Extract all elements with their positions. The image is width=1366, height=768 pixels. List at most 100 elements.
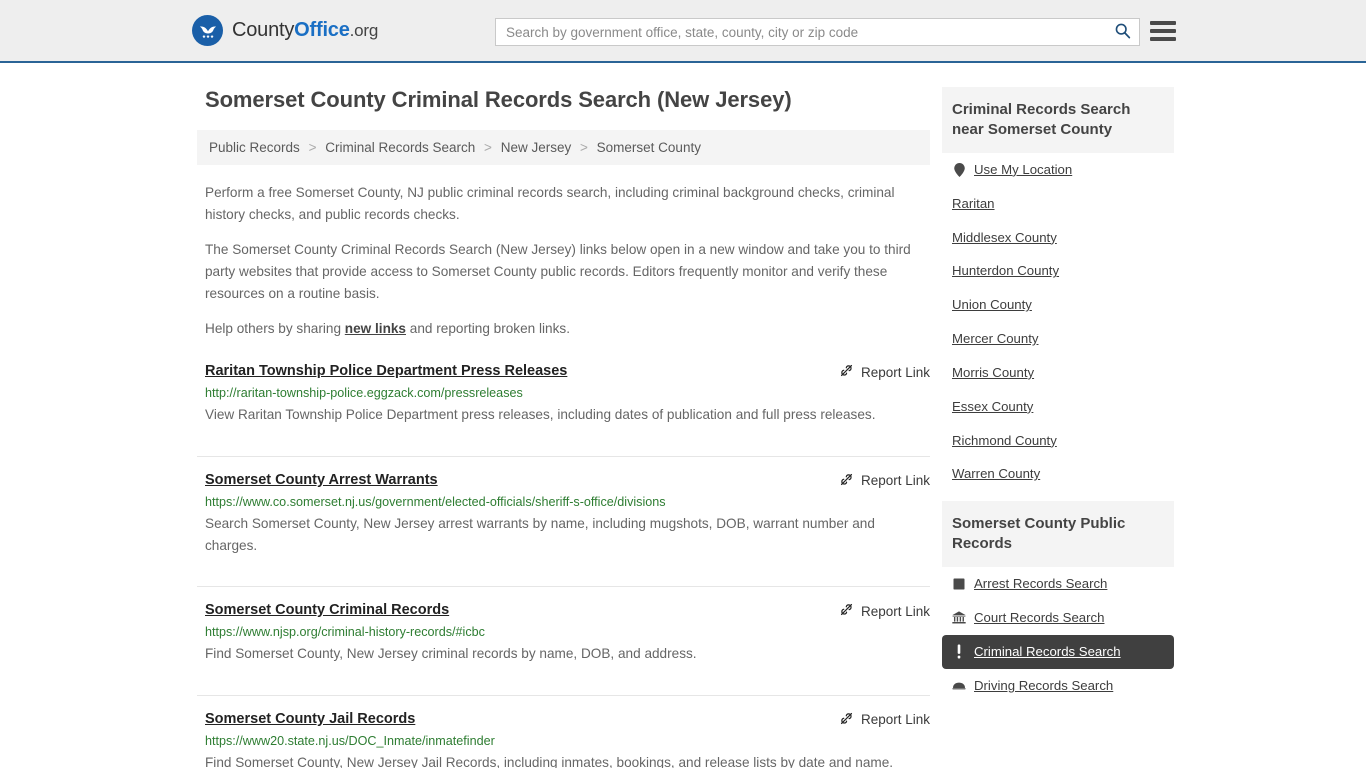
site-logo-text: CountyOffice.org xyxy=(232,19,378,42)
breadcrumb-item-2[interactable]: New Jersey xyxy=(501,140,572,155)
sidebar-item-richmond-county[interactable]: Richmond County xyxy=(942,424,1174,458)
report-link-label: Report Link xyxy=(860,473,930,489)
sidebar-public-records-box: Somerset County Public Records Arrest Re… xyxy=(942,501,1174,702)
table-row: Raritan Township Police Department Press… xyxy=(197,362,930,457)
report-link-label: Report Link xyxy=(860,603,930,619)
sidebar-public-records-heading: Somerset County Public Records xyxy=(942,501,1174,568)
sidebar-item-label: Driving Records Search xyxy=(974,677,1114,693)
menu-bar-1 xyxy=(1150,21,1176,25)
list-item: Middlesex County xyxy=(942,221,1174,255)
result-description: View Raritan Township Police Department … xyxy=(205,407,876,423)
breadcrumb-item-0[interactable]: Public Records xyxy=(209,140,300,155)
sidebar-item-middlesex-county[interactable]: Middlesex County xyxy=(942,221,1174,255)
breadcrumb: Public Records > Criminal Records Search… xyxy=(197,130,930,165)
sidebar-item-label: Use My Location xyxy=(974,161,1073,177)
search-bar xyxy=(495,18,1140,46)
sidebar-item-mercer-county[interactable]: Mercer County xyxy=(942,322,1174,356)
intro-text-before: Help others by sharing xyxy=(205,321,345,337)
sidebar-item-label: Arrest Records Search xyxy=(974,576,1108,592)
hamburger-menu-icon[interactable] xyxy=(1150,19,1176,43)
sidebar-item-use-my-location[interactable]: Use My Location xyxy=(942,153,1174,187)
sidebar-item-label: Morris County xyxy=(952,364,1035,380)
sidebar-item-label: Criminal Records Search xyxy=(974,643,1121,659)
report-link-label: Report Link xyxy=(860,712,930,728)
result-header: Somerset County Criminal Records Report … xyxy=(205,601,930,620)
sidebar-item-label: Court Records Search xyxy=(974,610,1105,626)
result-title-link[interactable]: Raritan Township Police Department Press… xyxy=(205,362,567,381)
list-item: Mercer County xyxy=(942,322,1174,356)
sidebar-nearby-box: Criminal Records Search near Somerset Co… xyxy=(942,87,1174,491)
sidebar-item-arrest-records-search[interactable]: Arrest Records Search xyxy=(942,567,1174,601)
intro-text-after: and reporting broken links. xyxy=(406,321,570,337)
result-url[interactable]: https://www.co.somerset.nj.us/government… xyxy=(205,495,930,509)
report-link-button[interactable]: Report Link xyxy=(839,601,930,620)
sidebar-item-union-county[interactable]: Union County xyxy=(942,288,1174,322)
result-url[interactable]: https://www20.state.nj.us/DOC_Inmate/inm… xyxy=(205,734,930,748)
result-description: Search Somerset County, New Jersey arres… xyxy=(205,515,875,553)
list-item: Use My Location xyxy=(942,153,1174,187)
table-row: Somerset County Criminal Records Report … xyxy=(197,601,930,696)
intro-paragraph-2: The Somerset County Criminal Records Sea… xyxy=(205,242,911,302)
sidebar-item-criminal-records-search[interactable]: Criminal Records Search xyxy=(942,634,1174,669)
report-link-label: Report Link xyxy=(860,364,930,380)
sidebar-item-label: Mercer County xyxy=(952,331,1039,347)
sidebar-item-hunterdon-county[interactable]: Hunterdon County xyxy=(942,254,1174,288)
result-description: Find Somerset County, New Jersey crimina… xyxy=(205,646,697,662)
list-item: Union County xyxy=(942,288,1174,322)
result-url[interactable]: http://raritan-township-police.eggzack.c… xyxy=(205,386,930,400)
breadcrumb-separator-0: > xyxy=(308,140,317,155)
report-link-button[interactable]: Report Link xyxy=(839,362,930,381)
sidebar-item-label: Richmond County xyxy=(952,432,1057,448)
sidebar-item-court-records-search[interactable]: Court Records Search xyxy=(942,601,1174,635)
sidebar-item-label: Union County xyxy=(952,297,1032,313)
main-content: Somerset County Criminal Records Search … xyxy=(197,87,930,768)
menu-bar-3 xyxy=(1150,37,1176,41)
broken-link-icon xyxy=(839,602,854,620)
list-item: Driving Records Search xyxy=(942,669,1174,703)
sidebar-item-driving-records-search[interactable]: Driving Records Search xyxy=(942,669,1174,703)
site-header: CountyOffice.org xyxy=(0,0,1366,63)
page-body: Somerset County Criminal Records Search … xyxy=(0,63,1366,768)
result-header: Somerset County Arrest Warrants Report L… xyxy=(205,471,930,490)
result-header: Somerset County Jail Records Report Link xyxy=(205,710,930,729)
list-item: Richmond County xyxy=(942,424,1174,458)
result-description: Find Somerset County, New Jersey Jail Re… xyxy=(205,754,894,768)
list-item: Hunterdon County xyxy=(942,254,1174,288)
report-link-button[interactable]: Report Link xyxy=(839,471,930,490)
result-title-link[interactable]: Somerset County Criminal Records xyxy=(205,601,449,620)
result-header: Raritan Township Police Department Press… xyxy=(205,362,930,381)
search-input[interactable] xyxy=(496,19,1105,45)
sidebar-item-morris-county[interactable]: Morris County xyxy=(942,356,1174,390)
list-item: Warren County xyxy=(942,457,1174,491)
sidebar-item-raritan[interactable]: Raritan xyxy=(942,187,1174,221)
result-url[interactable]: https://www.njsp.org/criminal-history-re… xyxy=(205,625,930,639)
new-links-link[interactable]: new links xyxy=(345,321,406,336)
breadcrumb-separator-2: > xyxy=(580,140,588,155)
breadcrumb-item-1[interactable]: Criminal Records Search xyxy=(325,140,475,155)
search-icon xyxy=(1114,22,1131,42)
list-item: Raritan xyxy=(942,187,1174,221)
search-button[interactable] xyxy=(1105,19,1139,45)
sidebar-nearby-heading: Criminal Records Search near Somerset Co… xyxy=(942,87,1174,153)
table-row: Somerset County Jail Records Report Link… xyxy=(197,710,930,768)
result-title-link[interactable]: Somerset County Arrest Warrants xyxy=(205,471,438,490)
exclamation-icon xyxy=(952,644,966,659)
page-title: Somerset County Criminal Records Search … xyxy=(205,87,792,112)
list-item: Morris County xyxy=(942,356,1174,390)
list-item: Essex County xyxy=(942,390,1174,424)
sidebar-nearby-list: Use My Location Raritan Middlesex County… xyxy=(942,153,1174,491)
countyoffice-eagle-logo-icon xyxy=(192,15,223,46)
logo-text-office: Office xyxy=(294,19,350,41)
sidebar-item-essex-county[interactable]: Essex County xyxy=(942,390,1174,424)
car-icon xyxy=(952,681,966,691)
sidebar-item-label: Hunterdon County xyxy=(952,263,1060,279)
result-title-link[interactable]: Somerset County Jail Records xyxy=(205,710,415,729)
fingerprint-icon xyxy=(952,578,966,590)
site-logo-link[interactable]: CountyOffice.org xyxy=(192,15,378,46)
table-row: Somerset County Arrest Warrants Report L… xyxy=(197,471,930,588)
report-link-button[interactable]: Report Link xyxy=(839,710,930,729)
sidebar-item-warren-county[interactable]: Warren County xyxy=(942,457,1174,491)
map-pin-icon xyxy=(952,162,966,177)
logo-text-county: County xyxy=(232,19,295,41)
sidebar-item-label: Raritan xyxy=(952,195,995,211)
